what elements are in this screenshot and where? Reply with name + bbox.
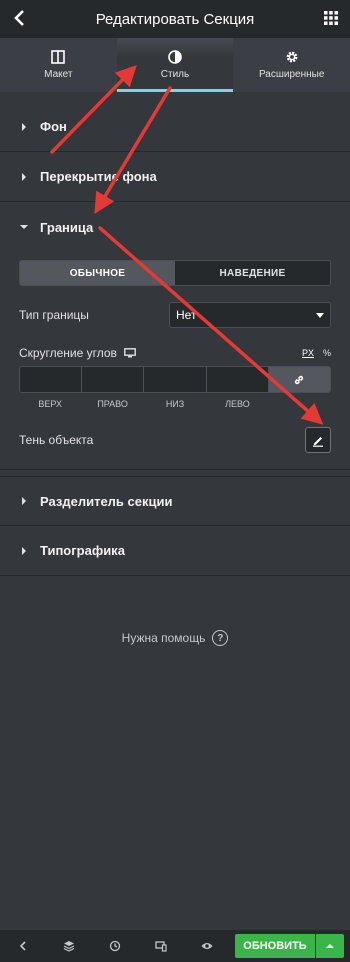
section-divider-title: Разделитель секции xyxy=(40,493,173,509)
navigator-button[interactable] xyxy=(46,940,92,952)
tab-layout[interactable]: Макет xyxy=(0,38,117,92)
unit-percent[interactable]: % xyxy=(323,348,331,358)
panel-header: Редактировать Секция xyxy=(0,0,350,38)
border-type-select[interactable]: Нет xyxy=(169,302,331,328)
radius-row: Скругление углов PX % xyxy=(19,346,331,360)
state-normal-button[interactable]: ОБЫЧНОЕ xyxy=(20,261,175,285)
tab-style-label: Стиль xyxy=(160,69,190,80)
box-shadow-label: Тень объекта xyxy=(19,433,94,447)
dim-label-bottom: НИЗ xyxy=(165,399,185,409)
update-options-button[interactable] xyxy=(316,934,344,958)
apps-grid-icon[interactable] xyxy=(324,11,338,25)
link-icon xyxy=(295,375,304,384)
help-question-icon: ? xyxy=(212,630,229,646)
gear-icon xyxy=(286,51,298,63)
border-controls: ОБЫЧНОЕ НАВЕДЕНИЕ Тип границы Нет Скругл… xyxy=(0,252,350,470)
update-button-group: ОБНОВИТЬ xyxy=(235,934,344,958)
back-arrow-icon[interactable] xyxy=(10,8,30,28)
section-typography[interactable]: Типографика xyxy=(0,526,350,576)
state-hover-button[interactable]: НАВЕДЕНИЕ xyxy=(175,261,330,285)
section-background-title: Фон xyxy=(40,119,67,134)
section-border[interactable]: Граница xyxy=(0,202,350,252)
border-type-label: Тип границы xyxy=(19,308,89,322)
section-divider[interactable]: Разделитель секции xyxy=(0,476,350,526)
tab-advanced[interactable]: Расширенные xyxy=(233,38,350,92)
radius-bottom-input[interactable] xyxy=(144,367,207,392)
tab-layout-label: Макет xyxy=(44,69,73,80)
collapse-panel-button[interactable] xyxy=(0,940,46,952)
history-icon xyxy=(109,940,121,952)
border-type-value: Нет xyxy=(176,308,197,322)
radius-top-input[interactable] xyxy=(20,367,83,392)
history-button[interactable] xyxy=(92,940,138,952)
update-button[interactable]: ОБНОВИТЬ xyxy=(235,934,315,958)
caret-right-icon xyxy=(22,546,26,555)
state-toggle: ОБЫЧНОЕ НАВЕДЕНИЕ xyxy=(19,260,331,286)
radius-right-input[interactable] xyxy=(82,367,145,392)
dim-label-top: ВЕРХ xyxy=(38,399,62,409)
section-typography-title: Типографика xyxy=(40,543,125,558)
radius-dimensions xyxy=(19,366,331,393)
section-background[interactable]: Фон xyxy=(0,102,350,152)
radius-dimension-labels: ВЕРХ ПРАВО НИЗ ЛЕВО xyxy=(19,399,331,409)
chevron-down-icon xyxy=(316,312,324,318)
edit-shadow-button[interactable] xyxy=(305,427,331,453)
dim-label-left: ЛЕВО xyxy=(225,399,250,409)
tab-style[interactable]: Стиль xyxy=(116,38,234,92)
layout-icon xyxy=(51,50,66,64)
editor-tabs: Макет Стиль Расширенные xyxy=(0,38,350,92)
radius-label: Скругление углов xyxy=(19,346,117,360)
caret-up-icon xyxy=(326,944,334,948)
link-values-button[interactable] xyxy=(268,367,330,392)
section-overlay[interactable]: Перекрытие фона xyxy=(0,152,350,202)
responsive-mode-button[interactable] xyxy=(138,940,184,952)
chevron-left-icon xyxy=(19,941,26,951)
section-overlay-title: Перекрытие фона xyxy=(40,169,157,184)
radius-left-input[interactable] xyxy=(206,367,269,392)
panel-title: Редактировать Секция xyxy=(95,10,255,28)
layers-icon xyxy=(63,941,75,952)
caret-right-icon xyxy=(22,122,26,131)
preview-button[interactable] xyxy=(184,940,230,952)
footer-toolbar: ОБНОВИТЬ xyxy=(0,930,350,962)
dim-label-right: ПРАВО xyxy=(97,399,128,409)
pencil-icon xyxy=(313,437,323,447)
section-border-title: Граница xyxy=(40,219,94,235)
desktop-icon[interactable] xyxy=(123,348,136,358)
caret-right-icon xyxy=(22,172,26,181)
caret-down-icon xyxy=(20,225,28,229)
eye-icon xyxy=(201,943,213,949)
devices-icon xyxy=(155,941,167,952)
unit-px[interactable]: PX xyxy=(302,348,314,358)
help-link[interactable]: Нужна помощь ? xyxy=(0,630,350,646)
box-shadow-row: Тень объекта xyxy=(19,427,331,453)
help-label: Нужна помощь xyxy=(121,631,206,645)
tab-advanced-label: Расширенные xyxy=(258,69,325,80)
border-type-row: Тип границы Нет xyxy=(19,302,331,328)
contrast-icon xyxy=(168,50,182,64)
caret-right-icon xyxy=(22,497,26,505)
